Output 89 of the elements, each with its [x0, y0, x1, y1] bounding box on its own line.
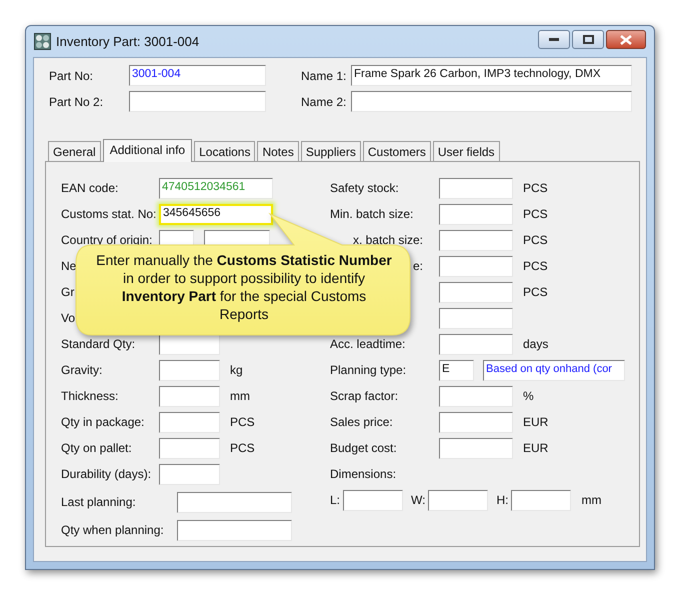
field-label: Safety stock: — [330, 181, 399, 195]
field-label: Ne — [61, 259, 76, 273]
tab[interactable]: Notes — [257, 141, 299, 161]
unit-label: PCS — [523, 233, 548, 247]
field-label: EAN code: — [61, 181, 118, 195]
text-field[interactable]: Based on qty onhand (cor — [483, 360, 625, 380]
text-field[interactable] — [439, 334, 513, 354]
field-label: Durability (days): — [61, 467, 152, 481]
app-icon — [34, 33, 51, 50]
text-field[interactable] — [159, 386, 220, 406]
text-field[interactable] — [129, 91, 266, 112]
field-label: e: — [412, 259, 423, 273]
unit-label: PCS — [230, 415, 255, 429]
unit-label: % — [523, 389, 534, 403]
tab[interactable]: General — [48, 141, 101, 161]
field-label: Acc. leadtime: — [330, 337, 406, 351]
tab[interactable]: Additional info — [102, 139, 192, 162]
maximize-button[interactable] — [572, 30, 604, 49]
text-field[interactable]: 3001-004 — [129, 65, 266, 86]
field-label: Planning type: — [330, 363, 406, 377]
close-button[interactable] — [606, 30, 646, 49]
field-label: Standard Qty: — [61, 337, 136, 351]
unit-label: PCS — [523, 207, 548, 221]
text-field[interactable] — [159, 412, 220, 432]
text-field[interactable] — [439, 386, 513, 406]
unit-label: PCS — [523, 181, 548, 195]
text-field[interactable] — [439, 282, 513, 302]
text-field[interactable]: E — [439, 360, 474, 380]
text-field[interactable]: Frame Spark 26 Carbon, IMP3 technology, DMX — [351, 65, 632, 86]
field-label: H: — [496, 493, 508, 507]
unit-label: mm — [230, 389, 250, 403]
field-label: Part No 2: — [49, 94, 104, 108]
field-label: Qty on pallet: — [61, 441, 132, 455]
field-label: Thickness: — [61, 389, 118, 403]
text-field[interactable] — [439, 178, 513, 198]
field-label: Name 1: — [301, 68, 348, 82]
minimize-icon — [549, 38, 559, 42]
text-field[interactable] — [159, 360, 220, 380]
field-label: x. batch size: — [352, 233, 423, 247]
field-label: W: — [411, 493, 426, 507]
field-label: Qty in package: — [61, 415, 144, 429]
text-field[interactable]: 345645656 — [159, 204, 273, 224]
unit-label: days — [523, 337, 548, 351]
unit-label: PCS — [230, 441, 255, 455]
field-label: L: — [330, 493, 340, 507]
unit-label: EUR — [523, 441, 548, 455]
unit-label: PCS — [523, 285, 548, 299]
field-label: Dimensions: — [330, 467, 396, 481]
text-field[interactable] — [439, 412, 513, 432]
field-label: Last planning: — [61, 495, 136, 509]
close-icon — [620, 34, 632, 44]
unit-label: PCS — [523, 259, 548, 273]
text-field[interactable] — [439, 256, 513, 276]
field-label: Name 2: — [301, 94, 348, 108]
text-field[interactable] — [439, 308, 513, 328]
tab[interactable]: Locations — [194, 141, 256, 161]
text-field[interactable] — [159, 334, 220, 354]
field-label: Part No: — [49, 68, 94, 82]
field-label: Gravity: — [61, 363, 102, 377]
field-label: Sales price: — [330, 415, 393, 429]
text-field[interactable] — [511, 490, 572, 510]
text-field[interactable] — [159, 464, 220, 484]
text-field[interactable] — [343, 490, 404, 510]
unit-label: EUR — [523, 415, 548, 429]
text-field[interactable] — [177, 492, 292, 512]
field-label: Min. batch size: — [330, 207, 414, 221]
text-field[interactable] — [439, 230, 513, 250]
tab[interactable]: Suppliers — [300, 141, 361, 161]
text-field[interactable] — [177, 520, 292, 540]
text-field[interactable] — [159, 438, 220, 458]
field-label: Gr — [61, 285, 74, 299]
minimize-button[interactable] — [538, 30, 570, 49]
unit-label: kg — [230, 363, 243, 377]
unit-label: mm — [581, 493, 602, 507]
text-field[interactable] — [439, 204, 513, 224]
text-field[interactable] — [351, 91, 632, 112]
tab[interactable]: User fields — [432, 141, 500, 161]
field-label: Vo — [61, 311, 76, 325]
text-field[interactable]: 4740512034561 — [159, 178, 273, 198]
field-label: Qty when planning: — [61, 523, 164, 537]
tooltip-text: Enter manually the Customs Statistic Number in order to support possibility to identify Inventory Part for the special Customs Reports — [96, 251, 392, 323]
field-label: Customs stat. No: — [61, 207, 156, 221]
field-label: Budget cost: — [330, 441, 397, 455]
maximize-icon — [582, 35, 594, 44]
text-field[interactable] — [428, 490, 488, 510]
window-title: Inventory Part: 3001-004 — [56, 34, 200, 49]
tab[interactable]: Customers — [362, 141, 431, 161]
field-label: Scrap factor: — [330, 389, 398, 403]
text-field[interactable] — [439, 438, 513, 458]
